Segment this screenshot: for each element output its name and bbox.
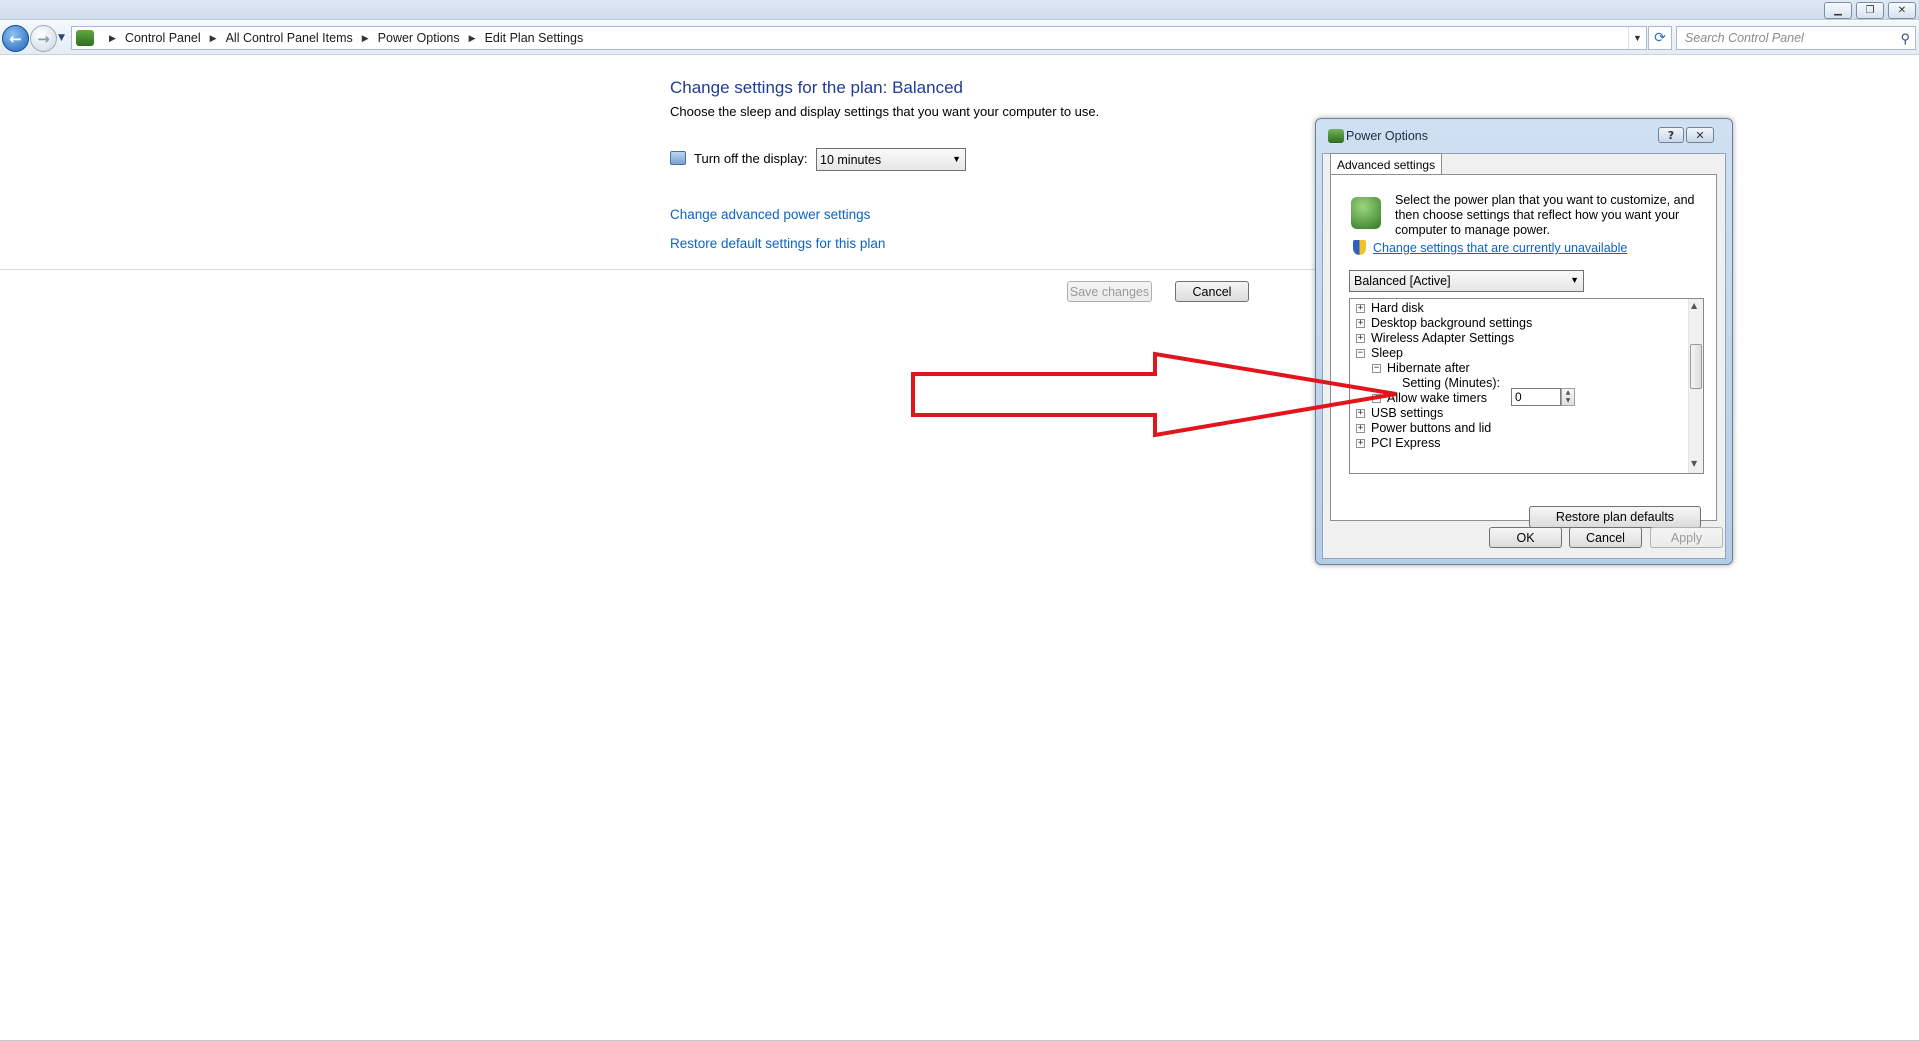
spin-down-icon[interactable]: ▼ bbox=[1566, 397, 1571, 405]
search-placeholder: Search Control Panel bbox=[1685, 31, 1804, 45]
tree-item-desktop-background[interactable]: + Desktop background settings bbox=[1356, 316, 1532, 330]
plan-select-value: Balanced [Active] bbox=[1354, 274, 1451, 288]
uac-shield-icon bbox=[1353, 240, 1366, 255]
minimize-button[interactable]: ▁ bbox=[1824, 2, 1852, 19]
breadcrumb-separator[interactable]: ▶ bbox=[210, 33, 217, 44]
expand-icon[interactable]: + bbox=[1356, 333, 1365, 343]
tree-item-label: Hibernate after bbox=[1387, 361, 1470, 375]
tree-item-label: Sleep bbox=[1371, 346, 1403, 360]
expand-icon[interactable]: + bbox=[1356, 303, 1365, 313]
minutes-input[interactable]: 0 bbox=[1511, 388, 1561, 406]
breadcrumb-power-options[interactable]: Power Options bbox=[378, 31, 460, 45]
divider bbox=[0, 269, 1360, 270]
display-off-select[interactable]: 10 minutes ▼ bbox=[816, 148, 966, 171]
display-off-value: 10 minutes bbox=[820, 152, 882, 167]
breadcrumb-separator[interactable]: ▶ bbox=[362, 33, 369, 44]
page-subtitle: Choose the sleep and display settings th… bbox=[670, 104, 1100, 119]
power-options-dialog: Power Options ? ✕ Advanced settings Sele… bbox=[1315, 118, 1733, 565]
save-changes-button[interactable]: Save changes bbox=[1067, 281, 1152, 302]
tree-item-power-buttons[interactable]: + Power buttons and lid bbox=[1356, 421, 1491, 435]
breadcrumb-all-items[interactable]: All Control Panel Items bbox=[226, 31, 353, 45]
dialog-description: Select the power plan that you want to c… bbox=[1395, 193, 1695, 237]
tree-item-usb-settings[interactable]: + USB settings bbox=[1356, 406, 1443, 420]
recent-pages-dropdown[interactable]: ▼ bbox=[58, 33, 65, 43]
dialog-body: Advanced settings Select the power plan … bbox=[1322, 153, 1726, 559]
search-input[interactable]: Search Control Panel ⚲ bbox=[1676, 26, 1916, 50]
tree-item-label: Allow wake timers bbox=[1387, 391, 1488, 405]
address-dropdown-icon[interactable]: ▼ bbox=[1628, 27, 1646, 49]
refresh-icon[interactable]: ⟳ bbox=[1648, 26, 1672, 50]
expand-icon[interactable]: + bbox=[1372, 393, 1381, 403]
tree-item-label: Power buttons and lid bbox=[1371, 421, 1492, 435]
tree-item-label: USB settings bbox=[1371, 406, 1444, 420]
scroll-up-icon[interactable]: ▲ bbox=[1691, 301, 1697, 310]
tree-item-wireless-adapter[interactable]: + Wireless Adapter Settings bbox=[1356, 331, 1514, 345]
tab-advanced-settings[interactable]: Advanced settings bbox=[1330, 153, 1443, 175]
cancel-button[interactable]: Cancel bbox=[1175, 281, 1249, 302]
tree-item-wake-timers[interactable]: + Allow wake timers bbox=[1372, 391, 1487, 405]
help-icon[interactable]: ? bbox=[1658, 127, 1684, 143]
expand-icon[interactable]: + bbox=[1356, 408, 1365, 418]
close-window-button[interactable]: ✕ bbox=[1888, 2, 1916, 19]
window-titlebar bbox=[0, 0, 1919, 20]
control-panel-icon bbox=[76, 30, 94, 46]
ok-button[interactable]: OK bbox=[1489, 527, 1562, 548]
close-icon[interactable]: ✕ bbox=[1686, 127, 1714, 143]
apply-button[interactable]: Apply bbox=[1650, 527, 1723, 548]
power-plan-icon bbox=[1328, 129, 1344, 143]
change-unavailable-settings-link[interactable]: Change settings that are currently unava… bbox=[1373, 241, 1627, 255]
tree-scrollbar[interactable]: ▲ ▼ bbox=[1688, 299, 1703, 473]
forward-arrow-icon[interactable]: → bbox=[30, 25, 57, 52]
breadcrumb-separator[interactable]: ▶ bbox=[109, 33, 116, 44]
tree-item-sleep[interactable]: − Sleep bbox=[1356, 346, 1403, 360]
collapse-icon[interactable]: − bbox=[1356, 348, 1365, 358]
page-title: Change settings for the plan: Balanced bbox=[670, 78, 963, 97]
tree-item-hard-disk[interactable]: + Hard disk bbox=[1356, 301, 1424, 315]
breadcrumb-control-panel[interactable]: Control Panel bbox=[125, 31, 201, 45]
chevron-down-icon: ▼ bbox=[1570, 275, 1579, 285]
settings-tree[interactable]: + Hard disk + Desktop background setting… bbox=[1349, 298, 1704, 474]
tab-panel: Select the power plan that you want to c… bbox=[1330, 174, 1717, 528]
back-arrow-icon[interactable]: ← bbox=[2, 25, 29, 52]
tree-item-pci-express[interactable]: + PCI Express bbox=[1356, 436, 1440, 450]
tree-item-label: Wireless Adapter Settings bbox=[1371, 331, 1515, 345]
scroll-down-icon[interactable]: ▼ bbox=[1691, 459, 1697, 468]
restore-window-button[interactable]: ❐ bbox=[1856, 2, 1884, 19]
breadcrumb-edit-plan[interactable]: Edit Plan Settings bbox=[485, 31, 584, 45]
dialog-cancel-button[interactable]: Cancel bbox=[1569, 527, 1642, 548]
display-off-label: Turn off the display: bbox=[694, 151, 808, 166]
dialog-title: Power Options bbox=[1346, 129, 1428, 143]
expand-icon[interactable]: + bbox=[1356, 438, 1365, 448]
tree-item-setting-minutes: Setting (Minutes): bbox=[1402, 376, 1500, 390]
tree-item-label: Hard disk bbox=[1371, 301, 1424, 315]
collapse-icon[interactable]: − bbox=[1372, 363, 1381, 373]
expand-icon[interactable]: + bbox=[1356, 423, 1365, 433]
restore-plan-defaults-button[interactable]: Restore plan defaults bbox=[1529, 506, 1701, 528]
address-bar[interactable]: ▶ Control Panel ▶ All Control Panel Item… bbox=[71, 26, 1647, 50]
spin-up-icon[interactable]: ▲ bbox=[1566, 389, 1571, 397]
tree-item-label: PCI Express bbox=[1371, 436, 1441, 450]
display-icon bbox=[670, 151, 686, 165]
plan-select[interactable]: Balanced [Active] ▼ bbox=[1349, 270, 1584, 292]
tree-item-hibernate-after[interactable]: − Hibernate after bbox=[1372, 361, 1470, 375]
minutes-stepper[interactable]: ▲ ▼ bbox=[1561, 388, 1575, 406]
battery-plan-icon bbox=[1351, 197, 1381, 229]
advanced-settings-link[interactable]: Change advanced power settings bbox=[670, 207, 870, 222]
setting-minutes-label: Setting (Minutes): bbox=[1402, 376, 1500, 390]
restore-defaults-link[interactable]: Restore default settings for this plan bbox=[670, 236, 885, 251]
breadcrumb-separator[interactable]: ▶ bbox=[469, 33, 476, 44]
tree-item-label: Desktop background settings bbox=[1371, 316, 1533, 330]
expand-icon[interactable]: + bbox=[1356, 318, 1365, 328]
scroll-thumb[interactable] bbox=[1690, 344, 1702, 389]
search-icon[interactable]: ⚲ bbox=[1900, 31, 1910, 47]
chevron-down-icon: ▼ bbox=[952, 154, 961, 164]
